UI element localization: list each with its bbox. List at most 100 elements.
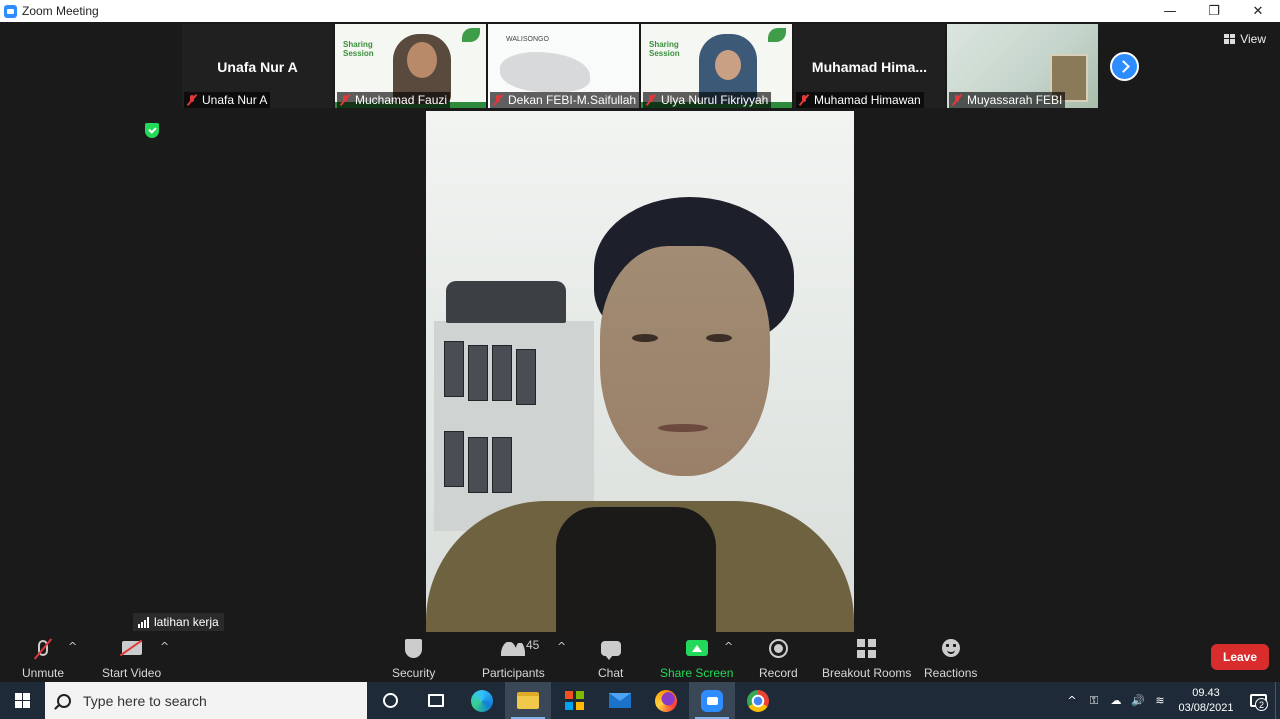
file-explorer-taskbar-button[interactable] <box>505 682 551 719</box>
record-icon <box>768 638 788 658</box>
participants-options-caret-icon[interactable]: ^ <box>557 640 566 653</box>
grid-icon <box>1224 34 1236 44</box>
speaker-name: latihan kerja <box>154 615 219 629</box>
show-desktop-button[interactable] <box>1275 682 1280 719</box>
participant-label: Dekan FEBI-M.Saifullah <box>490 92 639 108</box>
participants-label: Participants <box>482 666 545 680</box>
participant-name: Dekan FEBI-M.Saifullah <box>508 93 637 107</box>
close-button[interactable]: ✕ <box>1236 0 1280 22</box>
background-shelf <box>434 281 594 531</box>
mic-muted-icon <box>798 94 810 106</box>
volume-icon[interactable]: 🔊 <box>1127 694 1149 707</box>
participant-name: Ulya Nurul Fikriyyah <box>661 93 769 107</box>
windows-taskbar: Type here to search ^ ⚿ ☁ 🔊 ≋ 09.43 03/0… <box>0 682 1280 719</box>
shield-icon <box>405 638 423 658</box>
speaker-name-chip: latihan kerja <box>133 613 224 631</box>
share-screen-label: Share Screen <box>660 666 734 680</box>
mail-icon <box>609 693 631 708</box>
slide-text: WALISONGO <box>506 36 549 43</box>
meeting-toolbar: Unmute ^ Start Video ^ Security Particip… <box>0 632 1280 682</box>
system-tray: ^ ⚿ ☁ 🔊 ≋ 09.43 03/08/2021 2 <box>1061 682 1280 719</box>
breakout-rooms-button[interactable]: Breakout Rooms <box>822 636 911 680</box>
smiley-icon <box>941 639 960 657</box>
speaker-face <box>600 246 770 476</box>
mail-taskbar-button[interactable] <box>597 682 643 719</box>
view-button[interactable]: View <box>1224 32 1266 46</box>
store-icon <box>564 691 584 710</box>
security-button[interactable]: Security <box>392 636 435 680</box>
task-view-button[interactable] <box>413 682 459 719</box>
onedrive-cloud-icon[interactable]: ☁ <box>1105 694 1127 707</box>
video-options-caret-icon[interactable]: ^ <box>160 640 169 653</box>
mic-muted-icon <box>951 94 963 106</box>
camera-off-icon <box>121 641 142 655</box>
window-controls: — ❐ ✕ <box>1148 0 1280 22</box>
view-label: View <box>1240 32 1266 46</box>
participant-name: Muchamad Fauzi <box>355 93 448 107</box>
reactions-label: Reactions <box>924 666 978 680</box>
participant-tile[interactable]: Muhamad Hima... Muhamad Himawan <box>794 24 945 108</box>
meeting-stage: Unafa Nur A Unafa Nur A Sharing Session … <box>0 22 1280 682</box>
record-label: Record <box>759 666 798 680</box>
reactions-button[interactable]: Reactions <box>924 636 977 680</box>
participant-label: Ulya Nurul Fikriyyah <box>643 92 772 108</box>
edge-icon <box>471 689 493 712</box>
search-icon <box>57 693 71 708</box>
participant-label: Muyassarah FEBI <box>949 92 1066 108</box>
taskbar-clock[interactable]: 09.43 03/08/2021 <box>1171 686 1241 716</box>
participant-name: Muhamad Himawan <box>814 93 921 107</box>
participants-count: 45 <box>526 638 540 652</box>
signal-icon <box>138 616 149 628</box>
next-page-arrow-icon[interactable] <box>1110 52 1139 81</box>
cortana-icon <box>382 693 398 708</box>
microphone-muted-icon <box>38 640 49 656</box>
participant-tile[interactable]: Sharing Session Muchamad Fauzi <box>335 24 486 108</box>
share-screen-icon <box>685 640 708 656</box>
network-status-icon[interactable]: ⚿ <box>1083 694 1105 708</box>
slide-text: Sharing Session <box>649 40 680 58</box>
zoom-taskbar-button[interactable] <box>689 682 735 719</box>
clock-date: 03/08/2021 <box>1178 701 1234 714</box>
firefox-icon <box>655 689 677 712</box>
unmute-label: Unmute <box>22 666 65 680</box>
security-label: Security <box>392 666 436 680</box>
gallery-strip: Unafa Nur A Unafa Nur A Sharing Session … <box>182 24 1098 108</box>
chat-bubble-icon <box>600 640 621 660</box>
cortana-button[interactable] <box>367 682 413 719</box>
slide-text: Sharing Session <box>343 40 374 58</box>
chat-button[interactable]: Chat <box>598 636 623 680</box>
title-bar: Zoom Meeting — ❐ ✕ <box>0 0 1280 22</box>
encryption-shield-icon[interactable] <box>145 123 159 138</box>
share-options-caret-icon[interactable]: ^ <box>724 640 733 653</box>
chrome-taskbar-button[interactable] <box>735 682 781 719</box>
share-screen-button[interactable]: Share Screen <box>660 636 733 680</box>
unmute-button[interactable]: Unmute <box>22 636 64 680</box>
mic-muted-icon <box>492 94 504 106</box>
wifi-icon[interactable]: ≋ <box>1149 694 1171 707</box>
store-taskbar-button[interactable] <box>551 682 597 719</box>
start-video-label: Start Video <box>102 666 162 680</box>
show-hidden-icons-chevron-icon[interactable]: ^ <box>1061 694 1083 707</box>
participant-tile[interactable]: WALISONGO Dekan FEBI-M.Saifullah <box>488 24 639 108</box>
mic-muted-icon <box>645 94 657 106</box>
firefox-taskbar-button[interactable] <box>643 682 689 719</box>
leave-button[interactable]: Leave <box>1211 644 1269 670</box>
zoom-icon <box>701 689 723 712</box>
participant-tile[interactable]: Unafa Nur A Unafa Nur A <box>182 24 333 108</box>
edge-taskbar-button[interactable] <box>459 682 505 719</box>
participant-tile[interactable]: Sharing Session Ulya Nurul Fikriyyah <box>641 24 792 108</box>
action-center-button[interactable]: 2 <box>1241 682 1275 719</box>
mic-muted-icon <box>339 94 351 106</box>
start-button[interactable] <box>0 682 45 719</box>
minimize-button[interactable]: — <box>1148 0 1192 22</box>
audio-options-caret-icon[interactable]: ^ <box>68 640 77 653</box>
start-video-button[interactable]: Start Video <box>102 636 161 680</box>
clock-time: 09.43 <box>1192 686 1220 699</box>
task-view-icon <box>428 694 444 707</box>
zoom-app-icon <box>4 4 17 18</box>
breakout-rooms-icon <box>857 638 877 658</box>
participant-tile[interactable]: Muyassarah FEBI <box>947 24 1098 108</box>
restore-button[interactable]: ❐ <box>1192 0 1236 22</box>
record-button[interactable]: Record <box>759 636 798 680</box>
taskbar-search-box[interactable]: Type here to search <box>45 682 367 719</box>
